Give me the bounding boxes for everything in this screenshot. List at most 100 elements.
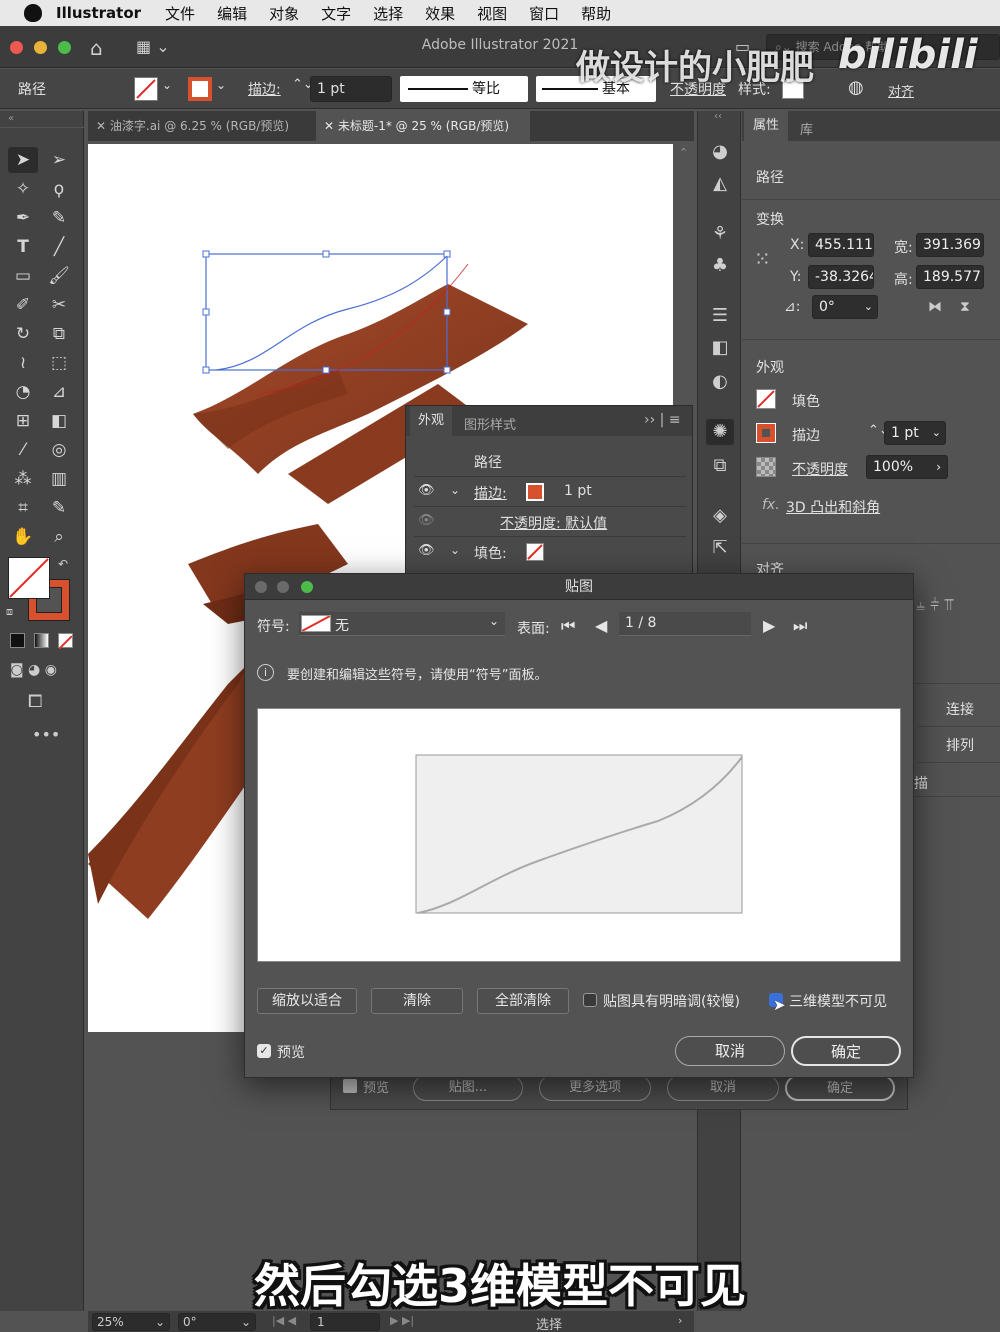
rectangle-tool-icon[interactable]: ▭ bbox=[8, 263, 38, 289]
line-tool-icon[interactable]: ╱ bbox=[44, 234, 74, 260]
fill-none-swatch[interactable] bbox=[134, 77, 158, 101]
cancel-button[interactable]: 取消 bbox=[675, 1036, 785, 1066]
menu-view[interactable]: 视图 bbox=[477, 3, 507, 24]
chevron-right-icon[interactable]: › bbox=[936, 456, 941, 478]
shape-builder-tool-icon[interactable]: ◔ bbox=[8, 379, 38, 405]
export-icon[interactable]: ⇱ bbox=[706, 535, 734, 561]
next-surface-button[interactable]: ▶ bbox=[763, 616, 775, 635]
scale-tool-icon[interactable]: ⧉ bbox=[44, 321, 74, 347]
appearance-row-stroke[interactable]: 👁 ⌄ 描边: 1 pt bbox=[414, 476, 686, 504]
artboard-tool-icon[interactable]: ⌗ bbox=[8, 495, 38, 521]
menu-file[interactable]: 文件 bbox=[165, 3, 195, 24]
menu-edit[interactable]: 编辑 bbox=[217, 3, 247, 24]
appearance-row-fill[interactable]: 👁 ⌄ 填色: bbox=[414, 536, 686, 564]
graphic-styles-icon[interactable]: ⧉ bbox=[706, 453, 734, 479]
perspective-grid-tool-icon[interactable]: ⊿ bbox=[44, 379, 74, 405]
swatches-icon[interactable]: ◭ bbox=[706, 171, 734, 197]
menu-select[interactable]: 选择 bbox=[373, 3, 403, 24]
last-surface-button[interactable]: ⏭ bbox=[793, 616, 807, 636]
tab-graphic-styles[interactable]: 图形样式 bbox=[464, 414, 516, 433]
fill-label[interactable]: 填色 bbox=[792, 391, 820, 411]
close-icon[interactable]: ✕ bbox=[96, 119, 110, 133]
gradient-tool-icon[interactable]: ◧ bbox=[44, 408, 74, 434]
prev-surface-button[interactable]: ◀ bbox=[595, 616, 607, 635]
stroke-swatch[interactable] bbox=[756, 423, 776, 443]
eye-icon[interactable]: 👁 bbox=[418, 483, 435, 498]
flip-horizontal-icon[interactable]: ⧓ bbox=[928, 299, 942, 315]
symbols-icon[interactable]: ♣ bbox=[706, 253, 734, 279]
default-colors-icon[interactable]: ⧈ bbox=[6, 605, 13, 619]
align-label[interactable]: 对齐 bbox=[888, 81, 914, 100]
opacity-label[interactable]: 不透明度 bbox=[792, 459, 848, 479]
none-mode-icon[interactable] bbox=[58, 633, 73, 650]
chevron-up-icon[interactable]: ⌃ bbox=[679, 146, 688, 159]
menu-app[interactable]: Illustrator bbox=[56, 4, 141, 22]
fill-swatch[interactable] bbox=[756, 389, 776, 409]
menu-object[interactable]: 对象 bbox=[269, 3, 299, 24]
menu-help[interactable]: 帮助 bbox=[581, 3, 611, 24]
chevron-down-icon[interactable]: ⌄ bbox=[216, 78, 226, 92]
panel-menu-icon[interactable]: ›› | ≡ bbox=[644, 412, 681, 428]
align-buttons-icon[interactable]: ⫨ ⫩ ⫪ bbox=[916, 595, 953, 615]
gradient-mode-icon[interactable] bbox=[34, 633, 49, 648]
fx-icon[interactable]: fx. bbox=[762, 497, 780, 513]
apple-icon[interactable] bbox=[24, 4, 42, 22]
effect-3d-extrude-link[interactable]: 3D 凸出和斜角 bbox=[786, 497, 880, 517]
blend-tool-icon[interactable]: ◎ bbox=[44, 437, 74, 463]
reference-point-icon[interactable]: ⁙ bbox=[754, 247, 771, 271]
chevron-down-icon[interactable]: ⌄ bbox=[162, 78, 172, 92]
curvature-tool-icon[interactable]: ✎ bbox=[44, 205, 74, 231]
surface-field[interactable]: 1 / 8 bbox=[619, 612, 751, 636]
width-field[interactable]: 391.369 bbox=[916, 233, 984, 257]
free-transform-tool-icon[interactable]: ⬚ bbox=[44, 350, 74, 376]
opacity-icon[interactable] bbox=[756, 457, 776, 477]
screen-mode-icon[interactable]: ⧠ bbox=[28, 691, 42, 712]
symbol-sprayer-tool-icon[interactable]: ⁂ bbox=[8, 466, 38, 492]
collapse-icon[interactable]: « bbox=[8, 113, 14, 124]
color-guide-icon[interactable]: ◕ bbox=[706, 139, 734, 165]
more-options-button[interactable]: 更多选项 bbox=[539, 1075, 651, 1101]
stroke-swatch[interactable] bbox=[526, 483, 544, 501]
fill-swatch[interactable] bbox=[526, 543, 544, 561]
fill-color-box[interactable] bbox=[8, 557, 50, 599]
type-tool-icon[interactable]: T bbox=[8, 234, 38, 260]
pen-tool-icon[interactable]: ✒ bbox=[8, 205, 38, 231]
connect-button[interactable]: 连接 bbox=[918, 699, 1000, 727]
surface-preview[interactable] bbox=[257, 708, 901, 962]
chevron-down-icon[interactable]: ⌄ bbox=[450, 543, 460, 557]
tab-document-2[interactable]: ✕ 未标题-1* @ 25 % (RGB/预览) bbox=[316, 111, 530, 141]
mesh-tool-icon[interactable]: ⊞ bbox=[8, 408, 38, 434]
tab-document-1[interactable]: ✕ 油漆字.ai @ 6.25 % (RGB/预览) bbox=[88, 111, 314, 141]
eye-icon[interactable]: 👁 bbox=[418, 543, 435, 558]
collapse-icon[interactable]: ‹‹ bbox=[714, 111, 722, 122]
selection-tool-icon[interactable]: ➤ bbox=[8, 147, 38, 173]
layers-icon[interactable]: ◈ bbox=[706, 503, 734, 529]
paintbrush-tool-icon[interactable]: 🖌 bbox=[44, 263, 74, 289]
chevron-down-icon[interactable]: ⌄ bbox=[241, 1314, 251, 1330]
stroke-swatch[interactable] bbox=[188, 77, 212, 101]
more-tools-icon[interactable]: ••• bbox=[32, 725, 60, 744]
y-field[interactable]: -38.3264 bbox=[808, 265, 874, 289]
x-field[interactable]: 455.111 bbox=[808, 233, 874, 257]
behind-ok-button[interactable]: 确定 bbox=[785, 1075, 895, 1101]
symbol-select[interactable]: 无 ⌄ bbox=[299, 612, 505, 636]
preview-checkbox[interactable] bbox=[343, 1079, 357, 1093]
stroke-label[interactable]: 描边 bbox=[792, 425, 820, 445]
arrange-button[interactable]: 排列 bbox=[918, 735, 1000, 763]
scissors-tool-icon[interactable]: ✂ bbox=[44, 292, 74, 318]
magic-wand-tool-icon[interactable]: ✧ bbox=[8, 176, 38, 202]
eye-icon[interactable]: 👁 bbox=[418, 513, 435, 528]
chevron-down-icon[interactable]: ⌄ bbox=[450, 483, 460, 497]
appearance-icon[interactable]: ✺ bbox=[706, 419, 734, 445]
dialog-close-button[interactable] bbox=[255, 581, 267, 593]
tab-library[interactable]: 库 bbox=[800, 119, 813, 138]
scale-to-fit-button[interactable]: 缩放以适合 bbox=[257, 988, 357, 1014]
eyedropper-tool-icon[interactable]: ⁄ bbox=[8, 437, 38, 463]
column-graph-tool-icon[interactable]: ▥ bbox=[44, 466, 74, 492]
chevron-down-icon[interactable]: ⌄ bbox=[155, 1314, 165, 1330]
draw-normal-icon[interactable]: ◙ ◕ ◉ bbox=[10, 662, 57, 678]
recolor-icon[interactable]: ◍ bbox=[848, 77, 864, 98]
opacity-field[interactable]: 100% › bbox=[866, 455, 948, 479]
direct-selection-tool-icon[interactable]: ➢ bbox=[44, 147, 74, 173]
shade-artwork-checkbox[interactable] bbox=[583, 993, 597, 1007]
